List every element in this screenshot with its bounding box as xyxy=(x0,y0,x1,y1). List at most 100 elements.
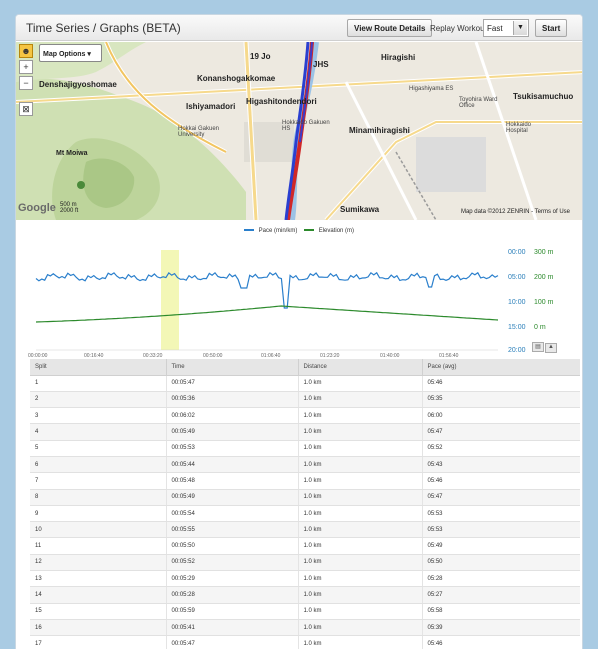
map-reset-icon[interactable]: ⊠ xyxy=(19,102,33,116)
table-cell: 00:05:50 xyxy=(165,537,298,555)
chart-plot xyxy=(35,250,499,351)
map-label: Denshajigyoshomae xyxy=(39,80,117,89)
table-cell: 1.0 km xyxy=(297,554,422,572)
map-label: Toyohira Ward Office xyxy=(459,97,498,109)
map-label: Hokkaido Gakuen HS xyxy=(282,120,330,132)
table-row[interactable]: 5 00:05:53 1.0 km 05:52 xyxy=(30,440,580,457)
table-cell: 00:05:28 xyxy=(165,586,298,604)
table-cell: 05:39 xyxy=(421,619,580,637)
table-row[interactable]: 6 00:05:44 1.0 km 05:43 xyxy=(30,456,580,474)
table-cell: 00:05:49 xyxy=(165,489,298,506)
table-cell: 05:35 xyxy=(421,391,580,409)
table-row[interactable]: 7 00:05:48 1.0 km 05:46 xyxy=(30,472,580,490)
table-cell: 00:06:02 xyxy=(165,407,298,425)
table-cell: 1 xyxy=(30,375,166,392)
table-row[interactable]: 9 00:05:54 1.0 km 05:53 xyxy=(30,505,580,523)
pace-series-line xyxy=(35,271,499,309)
y-right-tick: 0 m xyxy=(534,324,546,331)
table-row[interactable]: 4 00:05:49 1.0 km 05:47 xyxy=(30,423,580,441)
table-cell: 00:05:55 xyxy=(165,521,298,539)
export-icon[interactable]: ▲ xyxy=(545,343,557,353)
table-row[interactable]: 2 00:05:36 1.0 km 05:35 xyxy=(30,391,580,409)
table-row[interactable]: 1 00:05:47 1.0 km 05:46 xyxy=(30,375,580,392)
dropdown-arrow-icon: ▾ xyxy=(87,51,91,58)
column-header[interactable]: Distance xyxy=(297,359,422,376)
table-cell: 05:43 xyxy=(421,456,580,474)
table-cell: 05:52 xyxy=(421,440,580,457)
zoom-out-button[interactable]: − xyxy=(19,76,33,90)
pace-elevation-chart[interactable]: Pace (min/km) Elevation (m) 00:00 05:00 … xyxy=(16,220,582,360)
map-label: Sumikawa xyxy=(340,205,380,214)
table-body: 1 00:05:47 1.0 km 05:46 2 00:05:36 1.0 km 05:35… xyxy=(30,375,580,649)
table-cell: 00:05:47 xyxy=(165,375,298,392)
y-left-tick: 20:00 xyxy=(508,347,526,354)
google-logo: Google xyxy=(18,202,56,214)
table-row[interactable]: 13 00:05:29 1.0 km 05:28 xyxy=(30,570,580,588)
table-cell: 05:47 xyxy=(421,423,580,441)
start-button[interactable]: Start xyxy=(535,19,568,37)
table-cell: 1.0 km xyxy=(297,586,422,604)
column-header[interactable]: Pace (avg) xyxy=(421,359,580,376)
table-row[interactable]: 14 00:05:28 1.0 km 05:27 xyxy=(30,586,580,604)
table-cell: 17 xyxy=(30,635,166,649)
print-icon[interactable]: ▤ xyxy=(532,342,544,352)
table-cell: 8 xyxy=(30,489,166,506)
table-cell: 10 xyxy=(30,521,166,539)
table-row[interactable]: 16 00:05:41 1.0 km 05:39 xyxy=(30,619,580,637)
table-cell: 1.0 km xyxy=(297,407,422,425)
table-cell: 00:05:52 xyxy=(165,554,298,572)
map-data-credit[interactable]: Map data ©2012 ZENRIN - Terms of Use xyxy=(461,209,570,215)
table-cell: 1.0 km xyxy=(297,391,422,409)
table-row[interactable]: 15 00:05:59 1.0 km 05:58 xyxy=(30,603,580,620)
table-cell: 15 xyxy=(30,603,166,620)
panel-title: Time Series / Graphs (BETA) xyxy=(26,21,181,35)
map-label: Higashitondendori xyxy=(246,97,317,106)
table-cell: 12 xyxy=(30,554,166,572)
table-cell: 11 xyxy=(30,537,166,555)
table-row[interactable]: 17 00:05:47 1.0 km 05:46 xyxy=(30,635,580,649)
table-cell: 1.0 km xyxy=(297,423,422,441)
table-row[interactable]: 8 00:05:49 1.0 km 05:47 xyxy=(30,489,580,506)
table-row[interactable]: 10 00:05:55 1.0 km 05:53 xyxy=(30,521,580,539)
table-cell: 05:27 xyxy=(421,586,580,604)
table-cell: 1.0 km xyxy=(297,440,422,457)
y-right-tick: 100 m xyxy=(534,299,554,306)
y-left-tick: 10:00 xyxy=(508,299,526,306)
table-cell: 13 xyxy=(30,570,166,588)
table-cell: 05:53 xyxy=(421,521,580,539)
table-cell: 9 xyxy=(30,505,166,523)
map-label: Konanshogakkomae xyxy=(197,74,276,83)
table-cell: 4 xyxy=(30,423,166,441)
map-label: Ishiyamadori xyxy=(186,102,236,111)
pegman-icon[interactable]: ☻ xyxy=(19,44,33,58)
table-cell: 2 xyxy=(30,391,166,409)
map-label: 19 Jo xyxy=(250,52,271,61)
elevation-series-line xyxy=(35,305,499,323)
table-row[interactable]: 3 00:06:02 1.0 km 06:00 xyxy=(30,407,580,425)
table-row[interactable]: 12 00:05:52 1.0 km 05:50 xyxy=(30,554,580,572)
column-header[interactable]: Split xyxy=(30,359,166,376)
map-label: Hiragishi xyxy=(381,53,416,62)
table-cell: 05:46 xyxy=(421,375,580,392)
column-header[interactable]: Time xyxy=(165,359,298,376)
route-map[interactable]: ☻ + − ⊠ Map Options ▾ Denshajigyoshomae … xyxy=(16,42,582,220)
map-label: Hokkai Gakuen University xyxy=(178,126,220,138)
table-cell: 1.0 km xyxy=(297,456,422,474)
table-cell: 6 xyxy=(30,456,166,474)
table-cell: 00:05:36 xyxy=(165,391,298,409)
replay-speed-select[interactable]: Fast ▼ xyxy=(483,19,529,37)
zoom-in-button[interactable]: + xyxy=(19,60,33,74)
map-scale: 500 m 2000 ft xyxy=(60,202,78,214)
table-cell: 1.0 km xyxy=(297,619,422,637)
view-route-details-button[interactable]: View Route Details xyxy=(347,19,433,37)
y-left-tick: 00:00 xyxy=(508,249,526,256)
table-cell: 06:00 xyxy=(421,407,580,425)
map-options-button[interactable]: Map Options ▾ xyxy=(39,44,102,62)
map-label: Hokkaido Hospital xyxy=(506,122,532,134)
table-row[interactable]: 11 00:05:50 1.0 km 05:49 xyxy=(30,537,580,555)
splits-table: Split Time Distance Pace (avg) 1 00:05:47… xyxy=(30,359,580,649)
table-cell: 00:05:48 xyxy=(165,472,298,490)
table-cell: 1.0 km xyxy=(297,603,422,620)
selection-highlight xyxy=(161,250,179,350)
table-cell: 1.0 km xyxy=(297,635,422,649)
